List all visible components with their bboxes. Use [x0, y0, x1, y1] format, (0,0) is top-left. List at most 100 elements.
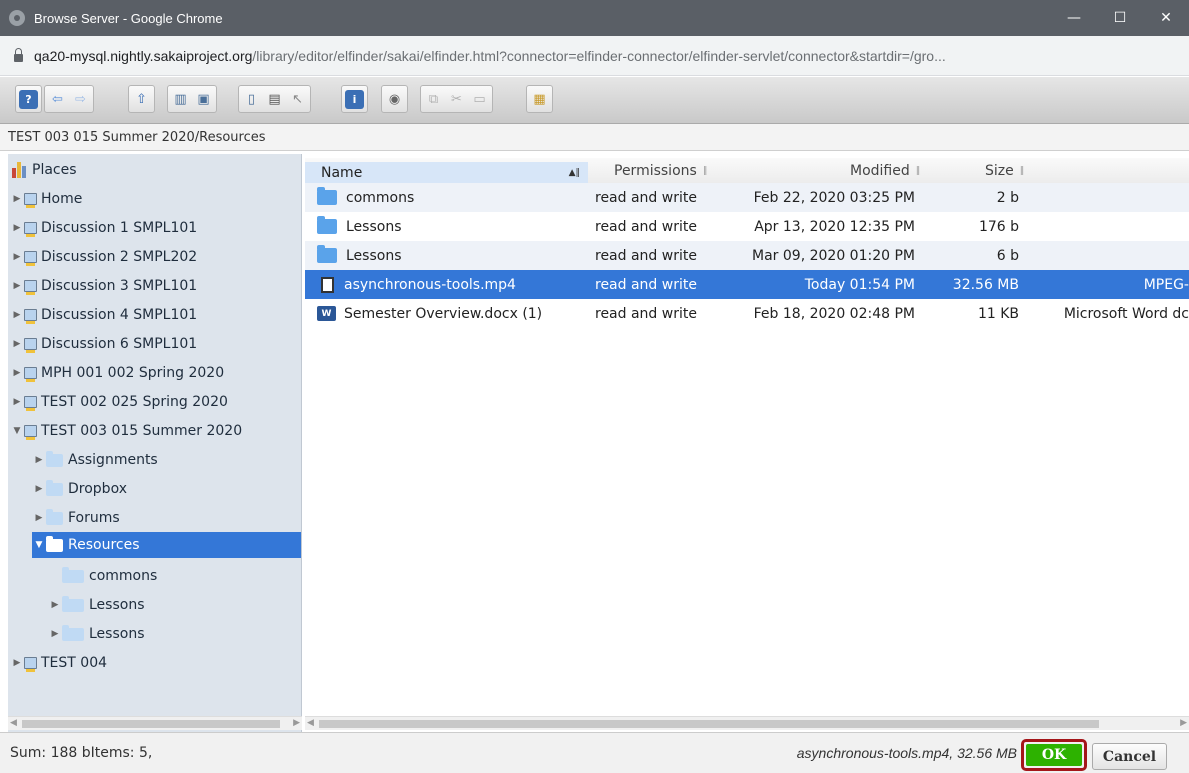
tree-horizontal-scrollbar[interactable]: ◀ ▶ [8, 716, 302, 730]
tree-item-discussion-3[interactable]: ▶ Discussion 3 SMPL101 [12, 273, 197, 299]
maximize-button[interactable]: ☐ [1097, 0, 1143, 36]
tree-item-assignments[interactable]: ▶ Assignments [34, 447, 158, 473]
paste-icon[interactable]: ▤ [265, 90, 284, 109]
file-row[interactable]: W Semester Overview.docx (1) read and wri… [305, 299, 1189, 328]
file-list: Name ▲‖ Permissions ‖ Modified ‖ Size ‖ com… [305, 154, 1189, 732]
expand-arrow-icon[interactable]: ▶ [34, 484, 44, 494]
expand-arrow-icon[interactable]: ▶ [34, 455, 44, 465]
select-icon[interactable]: ↖ [288, 90, 307, 109]
save-icon[interactable]: ▣ [194, 90, 213, 109]
ok-button[interactable]: OK [1026, 744, 1082, 766]
column-header-size[interactable]: Size ‖ [985, 160, 1024, 182]
file-row[interactable]: Lessons read and write Mar 09, 2020 01:2… [305, 241, 1189, 270]
expand-arrow-icon[interactable]: ▶ [12, 223, 22, 233]
minimize-button[interactable]: — [1051, 0, 1097, 36]
resize-handle-icon[interactable]: ‖ [1020, 166, 1025, 176]
file-row-selected[interactable]: asynchronous-tools.mp4 read and write To… [305, 270, 1189, 299]
file-permissions: read and write [595, 276, 697, 293]
tree-item-test-004[interactable]: ▶ TEST 004 [12, 650, 107, 676]
column-header-name[interactable]: Name ▲‖ [305, 162, 588, 184]
cut-icon[interactable]: ✂ [447, 90, 466, 109]
folder-icon [46, 479, 63, 496]
expand-arrow-icon[interactable]: ▶ [50, 629, 60, 639]
expand-arrow-icon[interactable]: ▶ [12, 252, 22, 262]
file-kind [1035, 212, 1189, 241]
collapse-arrow-icon[interactable]: ▼ [34, 540, 44, 550]
tree-places[interactable]: Places [8, 157, 301, 183]
folder-tree: Places ▶ Home ▶ Discussion 1 SMPL101 ▶ Disc… [8, 154, 302, 732]
collapse-arrow-icon[interactable]: ▼ [12, 426, 22, 436]
folder-icon [62, 595, 84, 612]
sort-asc-icon: ▲‖ [568, 168, 580, 178]
resize-handle-icon[interactable]: ‖ [703, 166, 708, 176]
cancel-button[interactable]: Cancel [1092, 743, 1167, 770]
tree-item-discussion-1[interactable]: ▶ Discussion 1 SMPL101 [12, 215, 197, 241]
file-row[interactable]: commons read and write Feb 22, 2020 03:2… [305, 183, 1189, 212]
expand-arrow-icon[interactable]: ▶ [34, 513, 44, 523]
status-bar: Sum: 188 bItems: 5, asynchronous-tools.m… [0, 732, 1189, 773]
tree-item-test-002[interactable]: ▶ TEST 002 025 Spring 2020 [12, 389, 228, 415]
url-domain: qa20-mysql.nightly.sakaiproject.org [34, 47, 253, 64]
tree-item-resources[interactable]: ▼ Resources [32, 532, 301, 558]
expand-arrow-icon[interactable]: ▶ [12, 281, 22, 291]
toolbar-group-up: ⇧ [128, 85, 155, 113]
tree-item-discussion-2[interactable]: ▶ Discussion 2 SMPL202 [12, 244, 197, 270]
tree-item-discussion-4[interactable]: ▶ Discussion 4 SMPL101 [12, 302, 197, 328]
chrome-icon [9, 10, 25, 26]
column-header-permissions[interactable]: Permissions ‖ [614, 160, 707, 182]
scrollbar-thumb[interactable] [319, 720, 1099, 728]
info-icon[interactable]: i [345, 89, 364, 109]
tree-item-discussion-6[interactable]: ▶ Discussion 6 SMPL101 [12, 331, 197, 357]
tree-label: Discussion 3 SMPL101 [41, 278, 198, 294]
toolbar-group-history: ⇦ ⇨ [44, 85, 94, 113]
url-path: /library/editor/elfinder/sakai/elfinder.… [252, 47, 946, 64]
folder-icon [62, 624, 84, 641]
scroll-right-icon[interactable]: ▶ [1180, 718, 1187, 728]
duplicate-icon[interactable]: ⧉ [424, 90, 443, 109]
expand-arrow-icon[interactable]: ▶ [12, 658, 22, 668]
expand-arrow-icon[interactable]: ▶ [12, 368, 22, 378]
preview-icon[interactable]: ◉ [385, 90, 404, 109]
file-name: asynchronous-tools.mp4 [344, 276, 516, 293]
resize-handle-icon[interactable]: ‖ [916, 166, 921, 176]
expand-arrow-icon[interactable]: ▶ [12, 339, 22, 349]
scrollbar-thumb[interactable] [22, 720, 280, 728]
tree-item-test-003[interactable]: ▼ TEST 003 015 Summer 2020 [12, 418, 242, 444]
tree-item-mph-001[interactable]: ▶ MPH 001 002 Spring 2020 [12, 360, 224, 386]
copy-icon[interactable]: ▯ [242, 90, 261, 109]
forward-icon[interactable]: ⇨ [71, 90, 90, 109]
paste-disabled-icon[interactable]: ▭ [470, 90, 489, 109]
tree-label: Discussion 2 SMPL202 [41, 249, 198, 265]
column-header-modified[interactable]: Modified ‖ [850, 160, 920, 182]
file-modified: Feb 18, 2020 02:48 PM [753, 305, 915, 322]
tree-item-home[interactable]: ▶ Home [12, 186, 82, 212]
scroll-left-icon[interactable]: ◀ [307, 718, 314, 728]
upload-icon[interactable]: ▥ [171, 90, 190, 109]
file-kind [1035, 183, 1189, 212]
tree-item-commons[interactable]: commons [62, 563, 157, 589]
view-icon[interactable]: ▦ [530, 90, 549, 109]
tree-item-forums[interactable]: ▶ Forums [34, 505, 120, 531]
scroll-left-icon[interactable]: ◀ [10, 718, 17, 728]
expand-arrow-icon[interactable]: ▶ [12, 194, 22, 204]
tree-item-dropbox[interactable]: ▶ Dropbox [34, 476, 127, 502]
up-icon[interactable]: ⇧ [132, 90, 151, 109]
expand-arrow-icon[interactable]: ▶ [12, 397, 22, 407]
tree-item-lessons-1[interactable]: ▶ Lessons [50, 592, 145, 618]
window-titlebar: Browse Server - Google Chrome — ☐ ✕ [0, 0, 1189, 36]
tree-item-lessons-2[interactable]: ▶ Lessons [50, 621, 145, 647]
file-list-horizontal-scrollbar[interactable]: ◀ ▶ [305, 716, 1189, 730]
drive-icon [24, 251, 37, 266]
scroll-right-icon[interactable]: ▶ [293, 718, 300, 728]
back-icon[interactable]: ⇦ [48, 90, 67, 109]
expand-arrow-icon[interactable]: ▶ [50, 600, 60, 610]
close-button[interactable]: ✕ [1143, 0, 1189, 36]
address-bar[interactable]: qa20-mysql.nightly.sakaiproject.org/libr… [0, 36, 1189, 76]
help-icon[interactable]: ? [19, 89, 38, 109]
file-name: Lessons [346, 218, 402, 235]
file-row[interactable]: Lessons read and write Apr 13, 2020 12:3… [305, 212, 1189, 241]
column-header-name-label: Name [321, 165, 363, 181]
lock-icon [14, 48, 23, 62]
toolbar-group-edit: ▯ ▤ ↖ [238, 85, 311, 113]
expand-arrow-icon[interactable]: ▶ [12, 310, 22, 320]
